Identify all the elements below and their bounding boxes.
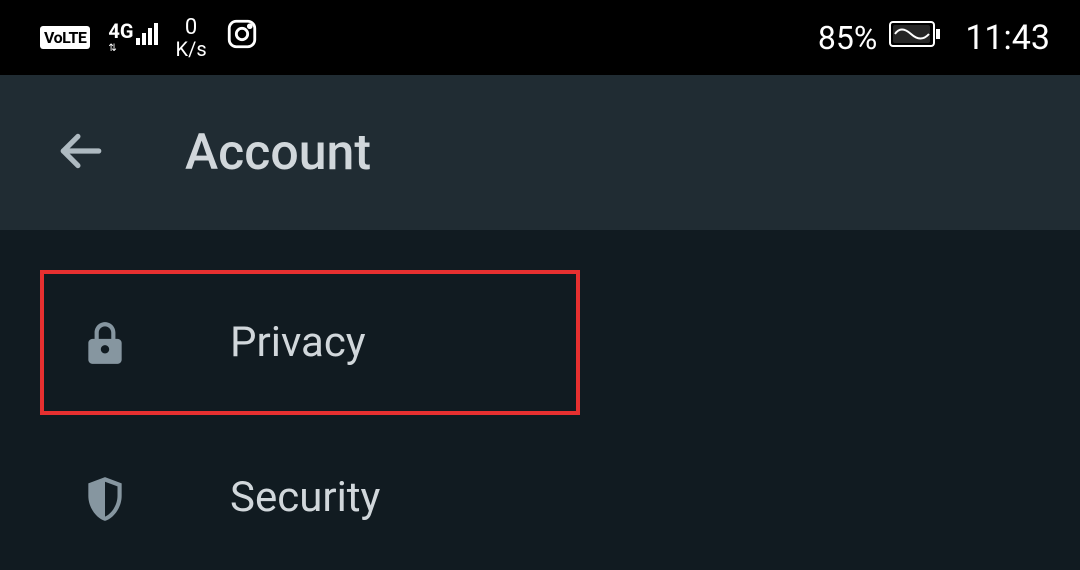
volte-badge: VoLTE [40, 26, 90, 49]
menu-label: Security [230, 473, 380, 522]
lock-icon [75, 318, 135, 368]
menu-label: Privacy [230, 318, 366, 367]
menu-item-privacy[interactable]: Privacy [40, 270, 580, 415]
network-label: 4G [108, 21, 133, 41]
back-button[interactable] [55, 126, 105, 180]
battery-percentage: 85% [818, 19, 877, 57]
signal-indicator: 4G ⇅ [108, 21, 157, 54]
signal-bars-icon [136, 21, 158, 45]
shield-icon [75, 473, 135, 523]
clock: 11:43 [965, 18, 1050, 58]
menu-item-security[interactable]: Security [0, 425, 1080, 570]
page-title: Account [185, 124, 371, 182]
network-speed: 0 K/s [176, 17, 207, 59]
app-bar: Account [0, 75, 1080, 230]
status-left: VoLTE 4G ⇅ 0 K/s [40, 17, 259, 59]
settings-list: Privacy Security [0, 230, 1080, 570]
status-right: 85% 11:43 [818, 18, 1050, 58]
battery-icon [889, 19, 943, 56]
status-bar: VoLTE 4G ⇅ 0 K/s 85% [0, 0, 1080, 75]
instagram-icon [225, 17, 259, 58]
